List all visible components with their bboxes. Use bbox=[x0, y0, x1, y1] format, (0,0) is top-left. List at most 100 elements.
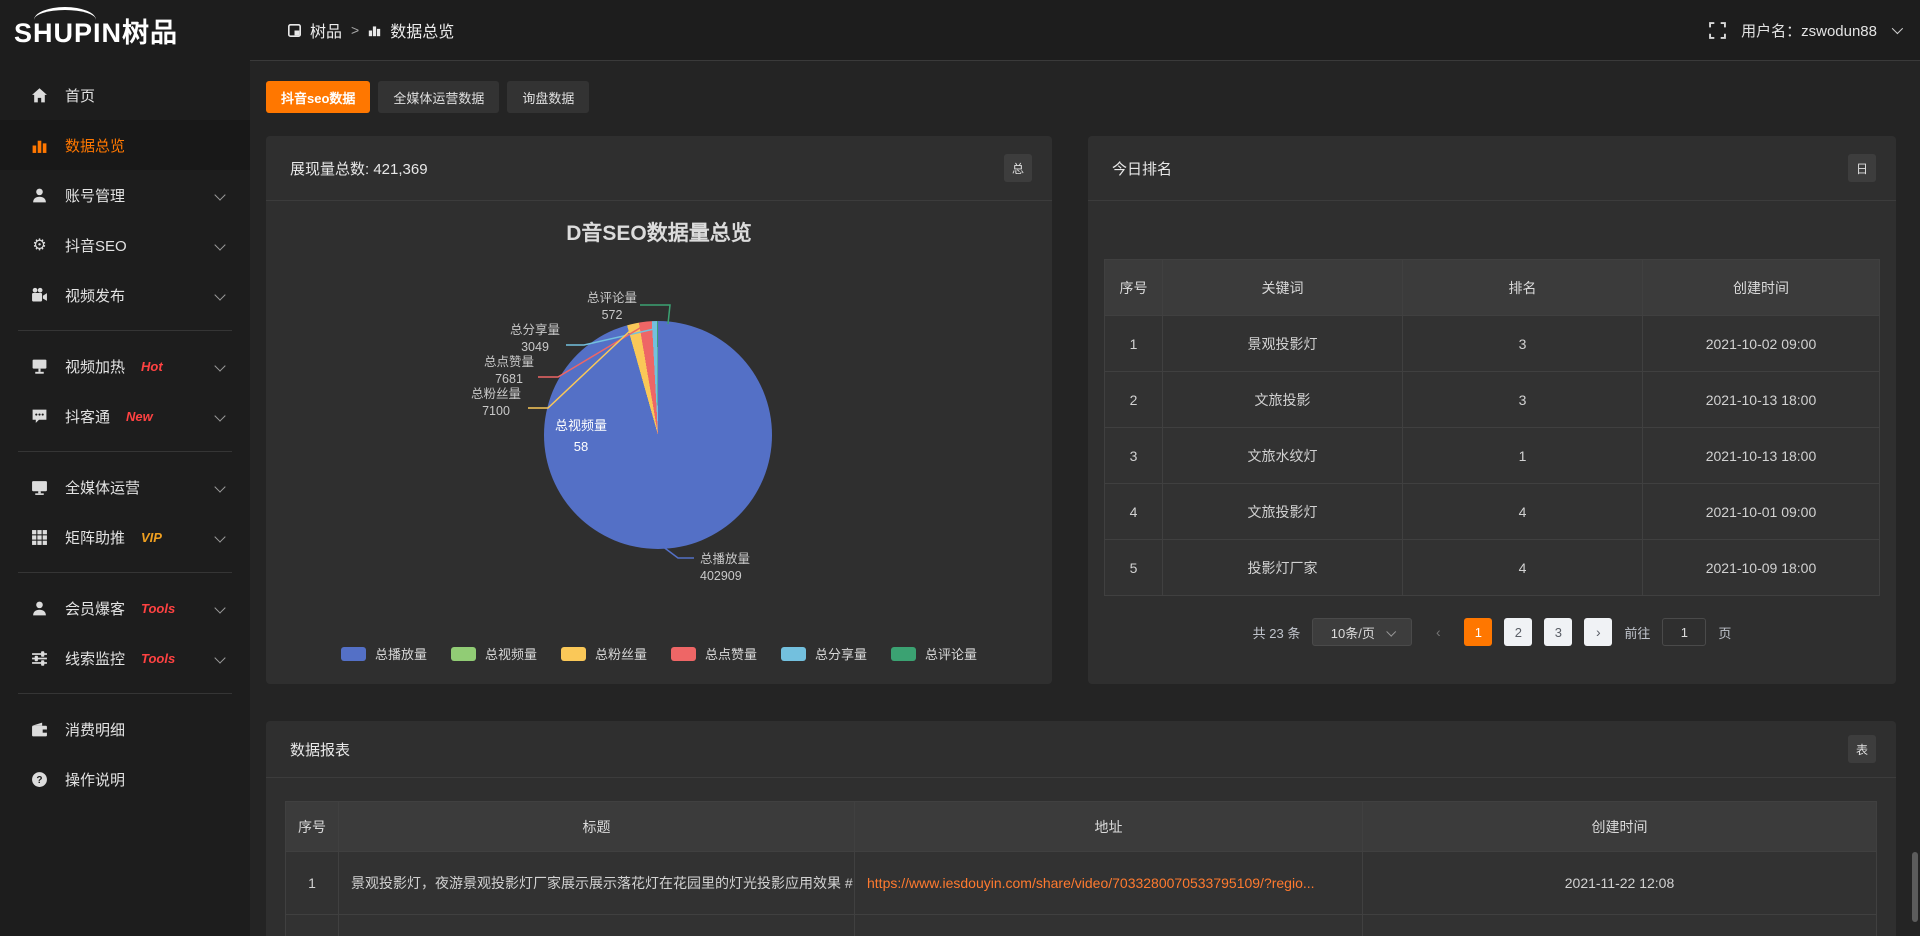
goto-page-input[interactable] bbox=[1662, 618, 1706, 646]
breadcrumb: 树品 > 数据总览 bbox=[288, 18, 454, 42]
legend-item-fans[interactable]: 总粉丝量 bbox=[561, 644, 647, 663]
column-header-created: 创建时间 bbox=[1643, 260, 1880, 316]
user-menu-chevron-down-icon[interactable] bbox=[1892, 23, 1903, 34]
day-toggle-button[interactable]: 日 bbox=[1848, 154, 1876, 182]
chevron-right-icon: › bbox=[1596, 625, 1601, 639]
report-table: 序号 标题 地址 创建时间 1 景观投影灯，夜游景观投影灯厂家展示展示落花灯在花… bbox=[285, 801, 1877, 936]
sidebar-item-video-heat[interactable]: 视频加热 Hot bbox=[0, 341, 250, 391]
username-label[interactable]: 用户名：zswodun88 bbox=[1741, 20, 1877, 41]
pagination-total: 共 23 条 bbox=[1253, 623, 1301, 642]
page-button-1[interactable]: 1 bbox=[1464, 618, 1492, 646]
cell-keyword: 文旅水纹灯 bbox=[1163, 428, 1403, 484]
ranking-table: 序号 关键词 排名 创建时间 1 景观投影灯 3 2021-10 bbox=[1104, 259, 1880, 596]
legend-item-videos[interactable]: 总视频量 bbox=[451, 644, 537, 663]
cell-created: 2021-11-22 12:08 bbox=[1363, 852, 1877, 915]
sidebar-item-label: 数据总览 bbox=[65, 135, 125, 156]
sidebar-item-home[interactable]: 首页 bbox=[0, 70, 250, 120]
ranking-panel-title: 今日排名 bbox=[1112, 158, 1172, 179]
sidebar-item-lead-monitoring[interactable]: 线索监控 Tools bbox=[0, 633, 250, 683]
cell-index: 5 bbox=[1105, 540, 1163, 596]
sidebar-item-member-burst[interactable]: 会员爆客 Tools bbox=[0, 583, 250, 633]
cell-index: 2 bbox=[1105, 372, 1163, 428]
table-header-row: 序号 标题 地址 创建时间 bbox=[286, 802, 1877, 852]
chevron-down-icon bbox=[214, 189, 225, 200]
total-toggle-button[interactable]: 总 bbox=[1004, 154, 1032, 182]
cell-keyword: 文旅投影 bbox=[1163, 372, 1403, 428]
sidebar-item-omnimedia-operation[interactable]: 全媒体运营 bbox=[0, 462, 250, 512]
table-row-partial bbox=[286, 915, 1877, 936]
app-grid-icon bbox=[288, 24, 301, 37]
bar-chart-icon bbox=[368, 24, 381, 37]
table-row: 5 投影灯厂家 4 2021-10-09 18:00 bbox=[1105, 540, 1880, 596]
breadcrumb-app[interactable]: 树品 bbox=[310, 18, 342, 42]
legend-label: 总评论量 bbox=[925, 644, 977, 663]
tab-inquiry-data[interactable]: 询盘数据 bbox=[507, 81, 589, 113]
sidebar-item-label: 首页 bbox=[65, 85, 95, 106]
sidebar: 首页 数据总览 账号管理 ⚙ 抖音SEO 视频发布 视频加热 Hot bbox=[0, 60, 250, 936]
data-tabs: 抖音seo数据 全媒体运营数据 询盘数据 bbox=[266, 81, 1896, 113]
logo-arc-decoration bbox=[34, 7, 96, 20]
prev-page-button[interactable]: ‹ bbox=[1424, 618, 1452, 646]
sidebar-item-label: 消费明细 bbox=[65, 719, 125, 740]
sidebar-item-matrix-boost[interactable]: 矩阵助推 VIP bbox=[0, 512, 250, 562]
new-badge: New bbox=[126, 409, 153, 424]
page-size-select[interactable]: 10条/页 bbox=[1312, 618, 1412, 646]
sidebar-item-label: 操作说明 bbox=[65, 769, 125, 790]
sidebar-item-label: 线索监控 bbox=[65, 648, 125, 669]
pie-value-likes: 7681 bbox=[495, 372, 523, 386]
legend-item-likes[interactable]: 总点赞量 bbox=[671, 644, 757, 663]
page-button-2[interactable]: 2 bbox=[1504, 618, 1532, 646]
tools-badge: Tools bbox=[141, 601, 175, 616]
column-header-keyword: 关键词 bbox=[1163, 260, 1403, 316]
cell-rank: 3 bbox=[1403, 316, 1643, 372]
ranking-panel-header: 今日排名 日 bbox=[1088, 136, 1896, 201]
chevron-down-icon bbox=[214, 652, 225, 663]
page-size-value: 10条/页 bbox=[1331, 623, 1375, 642]
cell-rank: 3 bbox=[1403, 372, 1643, 428]
breadcrumb-separator: > bbox=[351, 22, 359, 38]
sidebar-item-consumption-details[interactable]: 消费明细 bbox=[0, 704, 250, 754]
sidebar-divider bbox=[18, 693, 232, 694]
legend-item-plays[interactable]: 总播放量 bbox=[341, 644, 427, 663]
cell-keyword: 文旅投影灯 bbox=[1163, 484, 1403, 540]
sidebar-item-doketong[interactable]: 抖客通 New bbox=[0, 391, 250, 441]
impressions-panel-header: 展现量总数: 421,369 总 bbox=[266, 136, 1052, 201]
legend-label: 总分享量 bbox=[815, 644, 867, 663]
pagination: 共 23 条 10条/页 ‹ 1 2 3 › 前往 页 bbox=[1104, 618, 1880, 646]
tab-douyin-seo-data[interactable]: 抖音seo数据 bbox=[266, 81, 370, 113]
column-header-index: 序号 bbox=[1105, 260, 1163, 316]
sidebar-item-data-overview[interactable]: 数据总览 bbox=[0, 120, 250, 170]
chevron-left-icon: ‹ bbox=[1436, 625, 1441, 639]
video-link[interactable]: https://www.iesdouyin.com/share/video/70… bbox=[867, 875, 1315, 891]
legend-item-comments[interactable]: 总评论量 bbox=[891, 644, 977, 663]
legend-label: 总播放量 bbox=[375, 644, 427, 663]
sidebar-item-douyin-seo[interactable]: ⚙ 抖音SEO bbox=[0, 220, 250, 270]
cell-index: 1 bbox=[286, 852, 339, 915]
next-page-button[interactable]: › bbox=[1584, 618, 1612, 646]
legend-swatch bbox=[891, 647, 916, 661]
cell-index: 1 bbox=[1105, 316, 1163, 372]
breadcrumb-page: 数据总览 bbox=[390, 18, 454, 42]
cell-index: 4 bbox=[1105, 484, 1163, 540]
sidebar-divider bbox=[18, 330, 232, 331]
chevron-down-icon bbox=[214, 289, 225, 300]
cell-created: 2021-10-02 09:00 bbox=[1643, 316, 1880, 372]
chevron-down-icon bbox=[214, 531, 225, 542]
cell-url: https://www.iesdouyin.com/share/video/70… bbox=[855, 852, 1363, 915]
top-bar: SHUPIN树品 树品 > 数据总览 用户名：zswodun88 bbox=[0, 0, 1920, 60]
vip-badge: VIP bbox=[141, 530, 162, 545]
chart-title: D音SEO数据量总览 bbox=[266, 217, 1052, 247]
chevron-down-icon bbox=[214, 410, 225, 421]
table-toggle-button[interactable]: 表 bbox=[1848, 735, 1876, 763]
main-content: 抖音seo数据 全媒体运营数据 询盘数据 展现量总数: 421,369 总 D音… bbox=[250, 60, 1920, 936]
page-button-3[interactable]: 3 bbox=[1544, 618, 1572, 646]
legend-item-shares[interactable]: 总分享量 bbox=[781, 644, 867, 663]
sidebar-item-instructions[interactable]: ? 操作说明 bbox=[0, 754, 250, 804]
cell-index: 3 bbox=[1105, 428, 1163, 484]
sidebar-item-account-management[interactable]: 账号管理 bbox=[0, 170, 250, 220]
tab-omnimedia-data[interactable]: 全媒体运营数据 bbox=[378, 81, 499, 113]
pie-chart[interactable] bbox=[544, 321, 772, 549]
sidebar-item-video-publish[interactable]: 视频发布 bbox=[0, 270, 250, 320]
scrollbar-thumb[interactable] bbox=[1912, 852, 1918, 922]
fullscreen-icon[interactable] bbox=[1709, 22, 1726, 39]
